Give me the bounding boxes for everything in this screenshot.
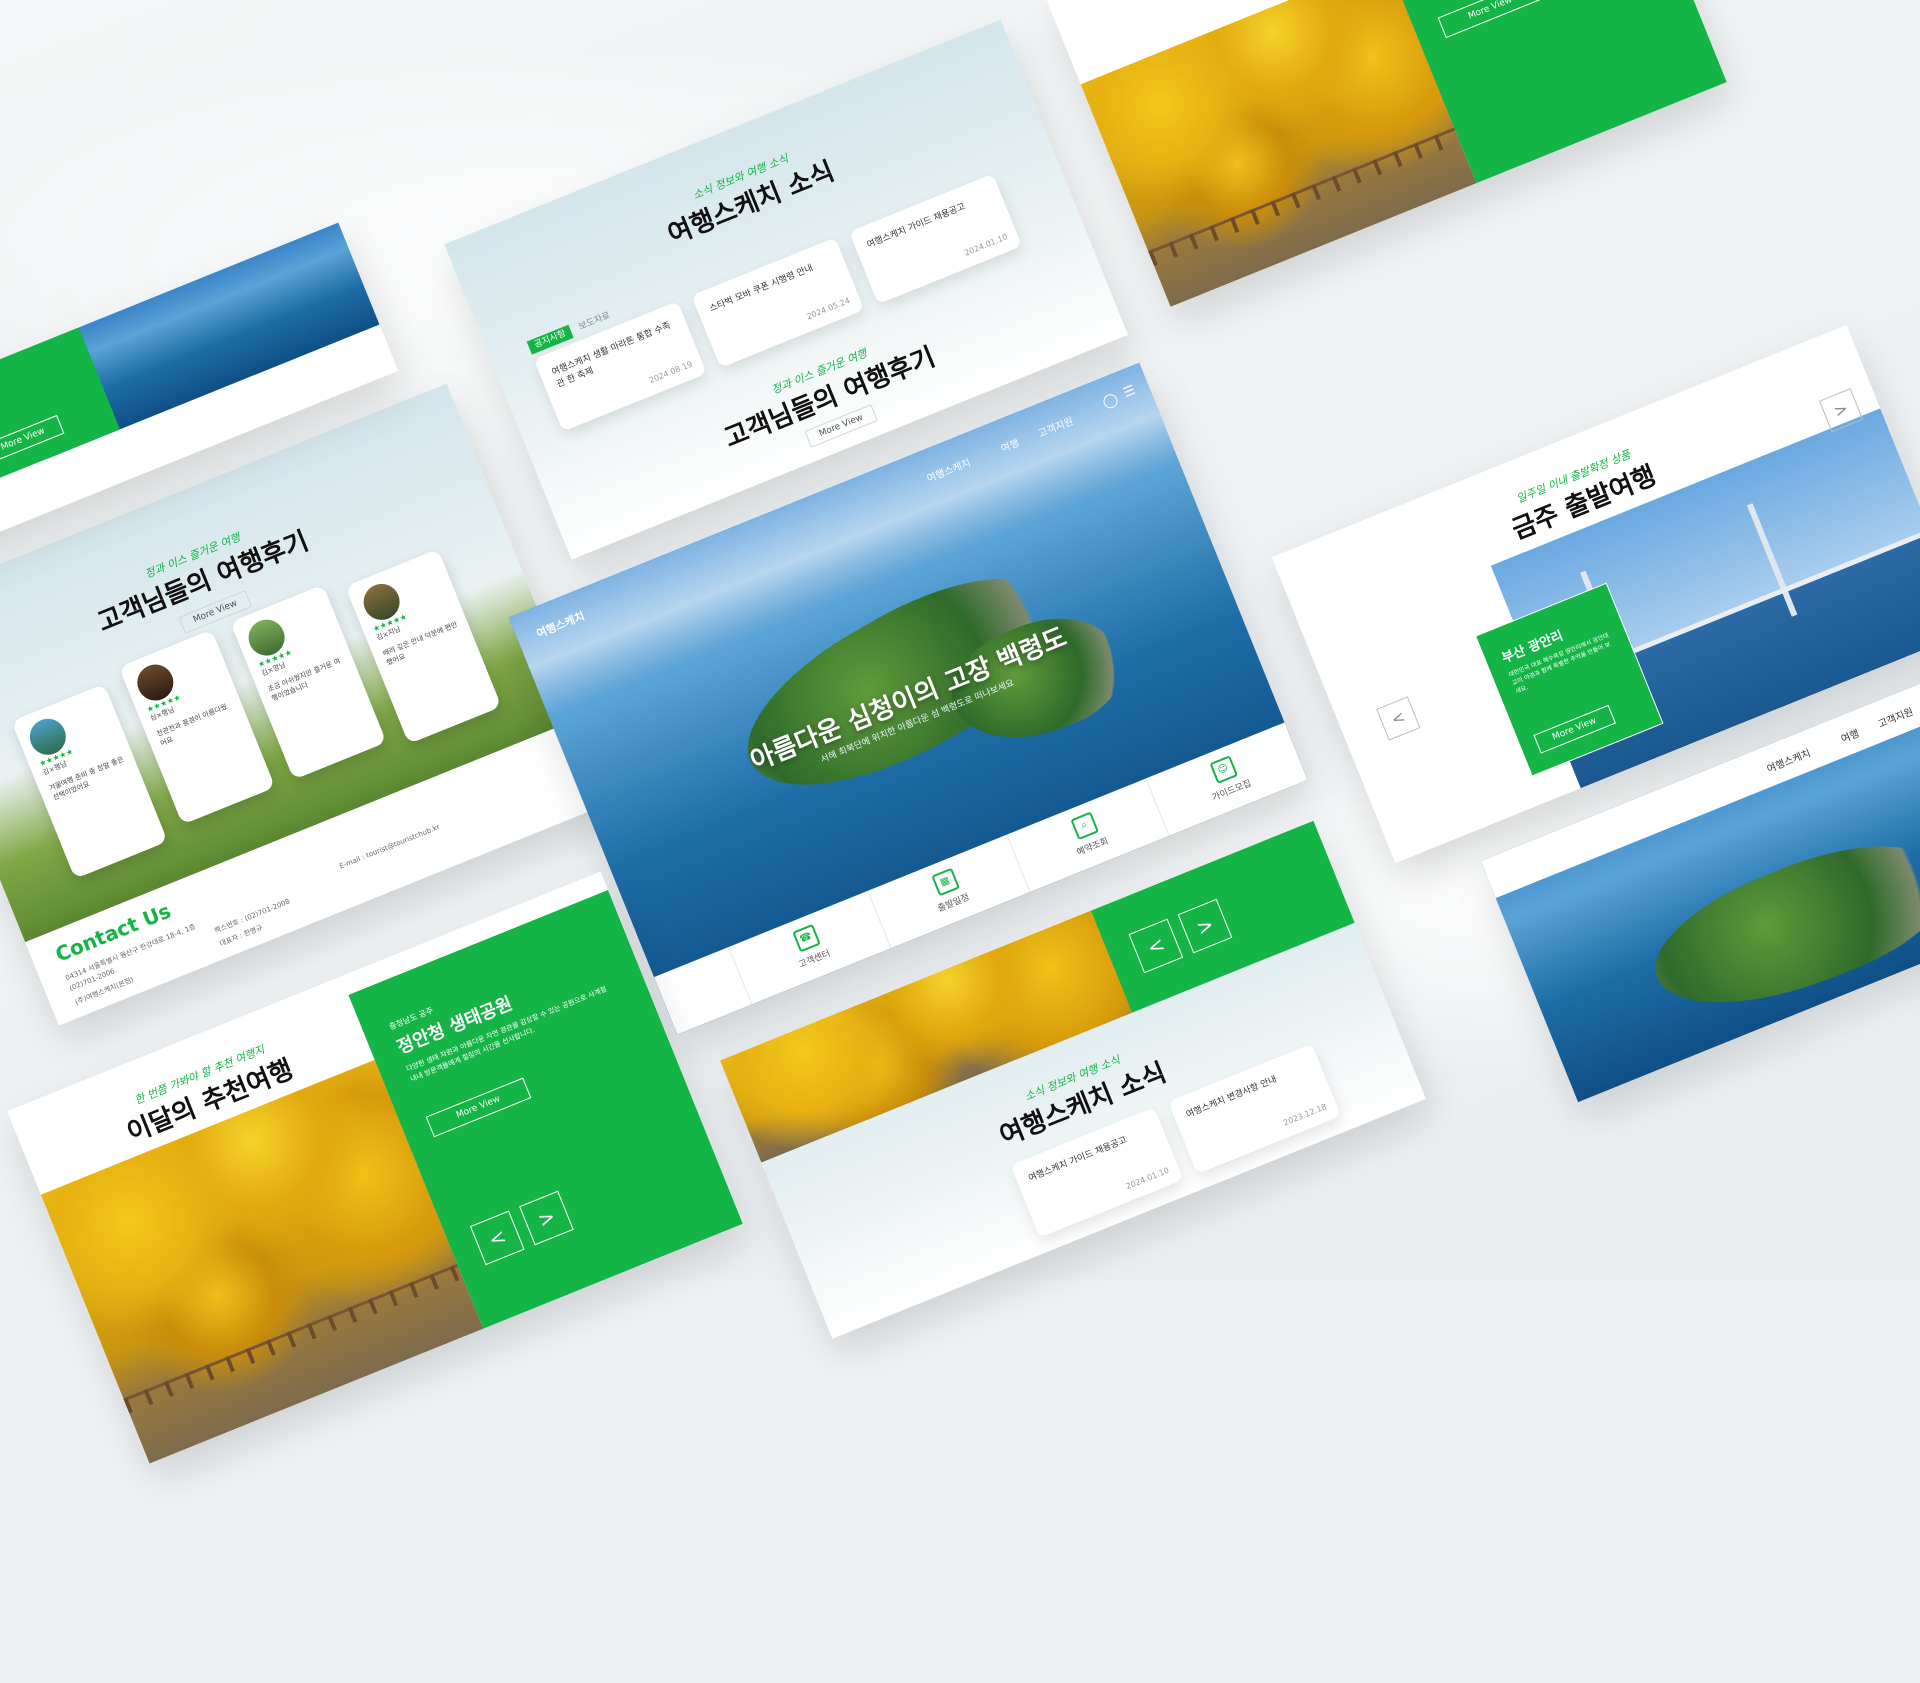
tab-label: 예약조회 xyxy=(1075,836,1111,859)
next-arrow-button[interactable]: > xyxy=(519,1190,574,1246)
nav-tour[interactable]: 여행스케치 xyxy=(1764,744,1813,775)
news-item-title: 스타벅 모바 쿠폰 시행령 안내 xyxy=(708,263,815,315)
next-arrow-button[interactable]: > xyxy=(1177,898,1233,954)
mockup-stage: 정과 이스 즐거운 여행 고객님들의 여행후기 More View ★★★★★ … xyxy=(0,0,1920,1683)
calendar-icon: ▦ xyxy=(930,867,960,897)
tab-customer-center[interactable]: ☎ 고객센터 xyxy=(728,891,891,1005)
tab-label: 고객센터 xyxy=(797,948,832,971)
news-item-title: 여행스케치 가이드 채용공고 xyxy=(865,201,967,251)
headset-icon: ☎ xyxy=(791,924,821,953)
departure-prev-button[interactable]: < xyxy=(1376,696,1421,741)
news-item-date: 2023.12.18 xyxy=(1282,1102,1329,1128)
news-item-date: 2024.01.10 xyxy=(963,232,1009,258)
person-icon: ☺ xyxy=(1208,755,1238,785)
prev-arrow-button[interactable]: < xyxy=(1128,918,1184,974)
news-item-date: 2024.05.24 xyxy=(805,295,852,322)
nav-customer[interactable]: 고객지원 xyxy=(1875,703,1915,731)
departure-more-button[interactable]: More View xyxy=(1533,704,1616,754)
partial-more-button[interactable]: More View xyxy=(0,415,64,464)
tab-schedule[interactable]: ▦ 출발일정 xyxy=(867,834,1030,949)
monthly-more-button[interactable]: More View xyxy=(1437,0,1543,39)
nav-domestic[interactable]: 여행 xyxy=(1838,725,1861,745)
search-icon: ⌕ xyxy=(1069,811,1099,841)
news-item[interactable]: 스타벅 모바 쿠폰 시행령 안내 2024.05.24 xyxy=(691,237,865,368)
tab-guide[interactable]: ☺ 가이드모집 xyxy=(1145,722,1308,837)
tab-label: 출발일정 xyxy=(936,892,971,915)
news-item-date: 2024.08.19 xyxy=(647,359,694,386)
monthly-more-button[interactable]: More View xyxy=(425,1077,531,1138)
news-item[interactable]: 여행스케치 생활 마라톤 통합 수족관 한 축제 2024.08.19 xyxy=(533,301,707,432)
prev-arrow-button[interactable]: < xyxy=(469,1210,525,1266)
news-item[interactable]: 여행스케치 가이드 채용공고 2024.01.10 xyxy=(849,173,1022,305)
news-item-date: 2024.01.10 xyxy=(1124,1165,1171,1192)
monthly-section-card: 한 번쯤 가봐야 할 추천 여행지 이달의 추천여행 충청남도 공주 정안청 생… xyxy=(1046,0,1727,307)
tab-reservation[interactable]: ⌕ 예약조회 xyxy=(1006,778,1169,893)
contact-email: E-mail : tourist@touristchub.kr xyxy=(338,822,441,871)
